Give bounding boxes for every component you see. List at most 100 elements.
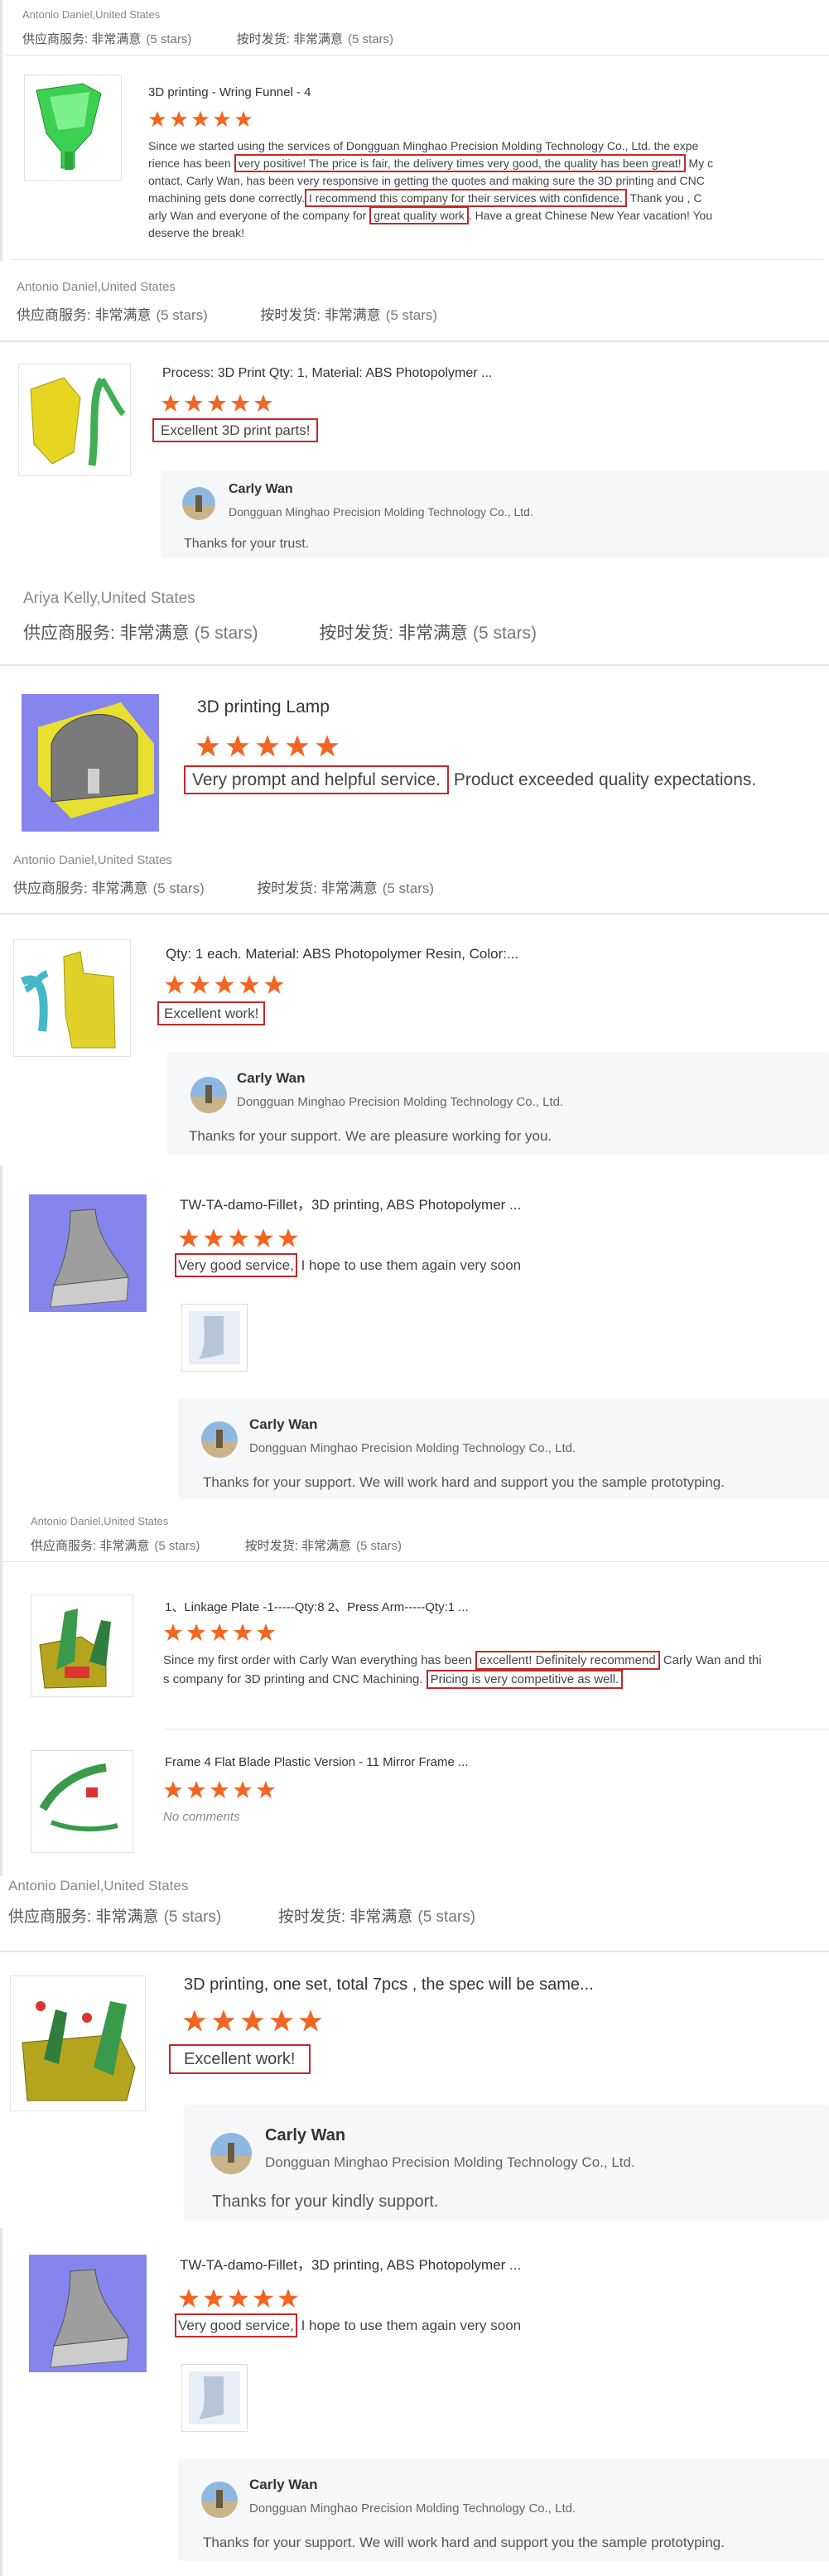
star-rating [163,1623,276,1643]
star-icon [148,110,166,128]
star-icon [239,975,259,994]
star-icon [187,1623,205,1641]
star-icon [286,735,309,757]
avatar [210,2133,252,2174]
product-title[interactable]: Process: 3D Print Qty: 1, Material: ABS … [162,366,492,381]
star-icon [213,110,231,128]
reviewer-name: Antonio Daniel,United States [17,280,176,294]
product-thumbnail[interactable] [18,364,131,476]
product-thumbnail[interactable] [13,939,131,1057]
part-model-image [20,951,116,1049]
star-icon [161,394,180,412]
reviewer-name: Antonio Daniel,United States [31,1515,169,1527]
star-icon [196,735,219,757]
product-title[interactable]: Qty: 1 each. Material: ABS Photopolymer … [166,946,518,962]
star-icon [241,2009,264,2032]
rating-summary: 供应商服务: 非常满意 (5 stars) 按时发货: 非常满意 (5 stars) [22,32,394,46]
product-title-2[interactable]: Frame 4 Flat Blade Plastic Version - 11 … [165,1755,469,1769]
fillet-model-image [29,2255,147,2372]
star-rating [161,393,273,413]
star-icon [214,975,234,994]
reply-name: Carly Wan [237,1070,306,1086]
review-comment: Very good service, I hope to use them ag… [175,1253,521,1277]
review-comment: Very good service, I hope to use them ag… [175,2313,521,2337]
delivery-rating: 按时发货: 非常满意 [236,32,344,46]
review-block-7: Antonio Daniel,United States 供应商服务: 非常满意… [0,1876,829,2228]
reply-text: Thanks for your support. We are pleasure… [189,1128,552,1144]
seller-reply: Carly Wan Dongguan Minghao Precision Mol… [178,1398,829,1499]
star-icon [257,1781,275,1798]
star-icon [231,394,249,412]
star-icon [264,975,284,994]
star-icon [190,975,210,994]
seller-reply: Carly Wan Dongguan Minghao Precision Mol… [161,470,829,558]
lamp-model-image [22,694,159,832]
star-icon [234,110,253,128]
reply-name: Carly Wan [229,482,293,496]
product-title[interactable]: 3D printing Lamp [197,697,330,717]
product-title[interactable]: 3D printing - Wring Funnel - 4 [148,85,311,99]
review-photo[interactable] [181,1304,248,1372]
star-rating [148,110,253,128]
star-icon [226,735,249,757]
star-rating-2 [163,1780,276,1800]
rating-summary: 供应商服务: 非常满意 (5 stars) 按时发货: 非常满意 (5 stars) [17,307,438,323]
highlight: Pricing is very competitive as well. [426,1670,624,1689]
highlight: Excellent 3D print parts! [152,418,319,442]
highlight: Excellent work! [157,1001,266,1025]
review-block-1: Antonio Daniel,United States 供应商服务: 非常满意… [0,0,829,261]
product-thumbnail[interactable] [10,1975,146,2111]
review-comment: Since my first order with Carly Wan ever… [163,1651,762,1689]
review-block-2: Antonio Daniel,United States 供应商服务: 非常满意… [0,265,829,572]
reply-text: Thanks for your support. We will work ha… [203,1474,725,1490]
product-title[interactable]: 3D printing, one set, total 7pcs , the s… [184,1975,594,1995]
product-title[interactable]: 1、Linkage Plate -1-----Qty:8 2、Press Arm… [165,1598,469,1615]
star-icon [204,1228,224,1247]
assembly-model-image [22,2001,136,2101]
funnel-model-image [36,83,102,170]
review-block-3: Ariya Kelly,United States 供应商服务: 非常满意 (5 … [0,572,829,853]
seller-reply: Carly Wan Dongguan Minghao Precision Mol… [184,2105,829,2221]
product-thumbnail[interactable] [29,1194,147,1312]
reply-company: Dongguan Minghao Precision Molding Techn… [229,505,533,519]
avatar [201,2482,238,2518]
product-thumbnail-2[interactable] [31,1750,133,1853]
product-title[interactable]: TW-TA-damo-Fillet，3D printing, ABS Photo… [180,2253,521,2274]
review-block-4: Antonio Daniel,United States 供应商服务: 非常满意… [0,853,829,1166]
reviewer-name: Ariya Kelly,United States [23,590,195,607]
product-thumbnail[interactable] [24,75,122,181]
star-icon [191,110,210,128]
star-icon [254,394,272,412]
review-comment: Since we started using the services of D… [148,139,714,239]
highlight: Very good service, [175,2313,297,2337]
reply-company: Dongguan Minghao Precision Molding Techn… [249,1441,576,1455]
reply-name: Carly Wan [249,2477,318,2492]
reviewer-name: Antonio Daniel,United States [22,8,161,21]
reviewer-name: Antonio Daniel,United States [8,1878,189,1893]
product-thumbnail[interactable] [31,1594,133,1697]
product-thumbnail[interactable] [22,694,159,832]
star-icon [179,1228,199,1247]
star-rating [182,2009,323,2033]
rating-summary: 供应商服务: 非常满意 (5 stars) 按时发货: 非常满意 (5 stars) [31,1539,402,1553]
seller-reply: Carly Wan Dongguan Minghao Precision Mol… [178,2458,829,2561]
star-icon [234,1623,252,1641]
frame-model-image [39,1763,118,1832]
star-icon [210,1781,229,1798]
star-icon [165,975,185,994]
review-photo[interactable] [181,2364,248,2432]
supplier-rating: 供应商服务: 非常满意 [22,32,142,46]
no-comments-label: No comments [163,1810,240,1824]
reply-company: Dongguan Minghao Precision Molding Techn… [249,2501,576,2516]
reviewer-name: Antonio Daniel,United States [13,853,172,867]
avatar [201,1421,238,1458]
star-icon [204,2289,224,2308]
star-icon [299,2009,322,2032]
highlight: Excellent work! [169,2044,311,2074]
product-title[interactable]: TW-TA-damo-Fillet，3D printing, ABS Photo… [180,1193,521,1213]
highlight: great quality work [369,206,469,224]
star-icon [270,2009,293,2032]
star-icon [229,2289,248,2308]
reply-text: Thanks for your support. We will work ha… [203,2535,725,2550]
product-thumbnail[interactable] [29,2255,147,2372]
